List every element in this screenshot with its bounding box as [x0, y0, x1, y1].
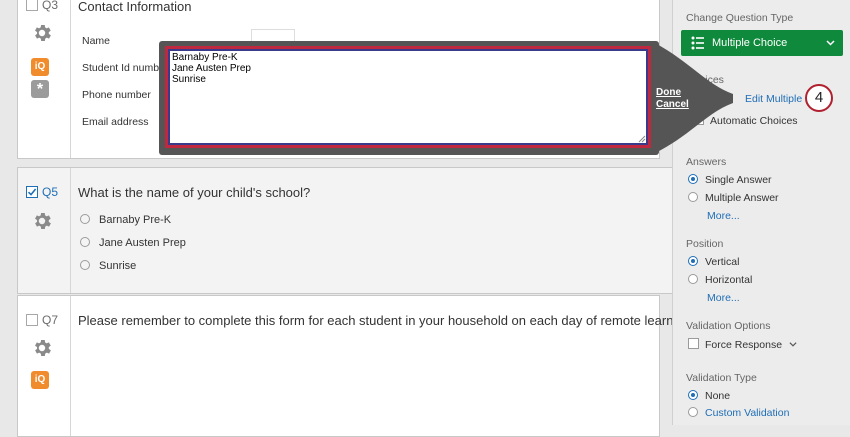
gear-icon[interactable]: [31, 210, 53, 232]
choice-label[interactable]: Sunrise: [99, 260, 136, 272]
question-title[interactable]: What is the name of your child's school?: [78, 185, 310, 200]
force-response-checkbox[interactable]: [688, 338, 699, 349]
validation-type-none[interactable]: None: [688, 390, 730, 402]
validation-type-custom[interactable]: Custom Validation: [688, 407, 789, 419]
choices-count-radio[interactable]: [688, 93, 698, 103]
choice-option[interactable]: Barnaby Pre-K: [80, 214, 171, 226]
radio-button[interactable]: [688, 407, 698, 417]
gear-icon[interactable]: [31, 337, 53, 359]
position-option-vertical[interactable]: Vertical: [688, 256, 739, 268]
question-number: Q3: [42, 0, 59, 12]
form-field-label: Phone number: [82, 89, 151, 101]
choices-label: Choices: [686, 74, 724, 86]
radio-button[interactable]: [80, 237, 90, 247]
list-icon: [691, 36, 704, 50]
change-question-type-label: Change Question Type: [686, 12, 794, 24]
radio-button[interactable]: [80, 214, 90, 224]
question-options-panel: Change Question Type Multiple Choice Cho…: [672, 0, 850, 425]
choices-count-control[interactable]: [688, 93, 705, 105]
iq-icon[interactable]: iQ: [31, 371, 49, 389]
done-button[interactable]: Done: [656, 87, 689, 99]
validation-type-label[interactable]: Custom Validation: [705, 407, 789, 419]
force-response-option[interactable]: Force Response: [688, 338, 797, 351]
question-number: Q5: [42, 185, 59, 199]
question-gutter: Q3 iQ *: [18, 0, 71, 158]
edit-multiple-textarea[interactable]: Barnaby Pre-K Jane Austen Prep Sunrise: [170, 51, 646, 143]
edit-multiple-dialog: Barnaby Pre-K Jane Austen Prep Sunrise: [159, 41, 659, 155]
question-type-dropdown[interactable]: Multiple Choice: [681, 30, 843, 56]
position-more-link[interactable]: More...: [707, 292, 740, 304]
cancel-button[interactable]: Cancel: [656, 99, 689, 111]
automatic-choices-option[interactable]: Automatic Choices: [693, 114, 798, 127]
radio-button[interactable]: [688, 274, 698, 284]
form-field-label: Student Id number: [82, 62, 169, 74]
validation-type-label[interactable]: None: [705, 390, 730, 402]
automatic-choices-checkbox[interactable]: [693, 114, 704, 125]
automatic-choices-label[interactable]: Automatic Choices: [710, 115, 798, 127]
form-field-label: Name: [82, 35, 111, 47]
radio-button[interactable]: [688, 256, 698, 266]
question-gutter: Q5: [18, 168, 71, 293]
answer-option-label[interactable]: Single Answer: [705, 174, 772, 186]
position-label: Position: [686, 238, 724, 250]
iq-icon[interactable]: iQ: [31, 58, 49, 76]
edit-multiple-highlight: Barnaby Pre-K Jane Austen Prep Sunrise: [165, 46, 651, 148]
choice-label[interactable]: Barnaby Pre-K: [99, 214, 171, 226]
answers-more-link[interactable]: More...: [707, 210, 740, 222]
question-gutter: Q7 iQ: [18, 296, 71, 436]
position-option-horizontal[interactable]: Horizontal: [688, 274, 752, 286]
resize-grip-icon[interactable]: [638, 135, 646, 143]
radio-button[interactable]: [80, 260, 90, 270]
validation-options-label: Validation Options: [686, 320, 771, 332]
chevron-down-icon[interactable]: [789, 340, 797, 348]
form-field-label: Email address: [82, 116, 149, 128]
gear-icon[interactable]: [31, 22, 53, 44]
question-title[interactable]: Please remember to complete this form fo…: [78, 313, 694, 328]
answer-option-multiple[interactable]: Multiple Answer: [688, 192, 779, 204]
position-option-label[interactable]: Vertical: [705, 256, 739, 268]
question-block-q7[interactable]: Q7 iQ Please remember to complete this f…: [17, 295, 694, 437]
choice-label[interactable]: Jane Austen Prep: [99, 237, 186, 249]
question-number: Q7: [42, 313, 59, 327]
chevron-down-icon: [826, 40, 835, 46]
step-number-marker: 4: [805, 84, 833, 112]
answer-option-single[interactable]: Single Answer: [688, 174, 772, 186]
question-select-checkbox[interactable]: [26, 314, 38, 326]
question-type-value: Multiple Choice: [712, 37, 788, 49]
choice-option[interactable]: Sunrise: [80, 260, 136, 272]
radio-button[interactable]: [688, 174, 698, 184]
question-select-checkbox[interactable]: [26, 0, 38, 11]
dialog-actions: Done Cancel: [656, 87, 689, 110]
question-title[interactable]: Contact Information: [78, 0, 191, 14]
choice-option[interactable]: Jane Austen Prep: [80, 237, 186, 249]
position-option-label[interactable]: Horizontal: [705, 274, 752, 286]
force-response-label[interactable]: Force Response: [705, 339, 782, 351]
edit-multiple-link[interactable]: Edit Multiple: [745, 93, 802, 105]
radio-button[interactable]: [688, 390, 698, 400]
answer-option-label[interactable]: Multiple Answer: [705, 192, 779, 204]
check-icon: [27, 188, 37, 196]
question-select-checkbox[interactable]: [26, 186, 38, 198]
question-block-q5[interactable]: Q5 What is the name of your child's scho…: [17, 167, 673, 294]
answers-label: Answers: [686, 156, 727, 168]
asterisk-icon[interactable]: *: [31, 80, 49, 98]
radio-button[interactable]: [688, 192, 698, 202]
validation-type-label: Validation Type: [686, 372, 757, 384]
